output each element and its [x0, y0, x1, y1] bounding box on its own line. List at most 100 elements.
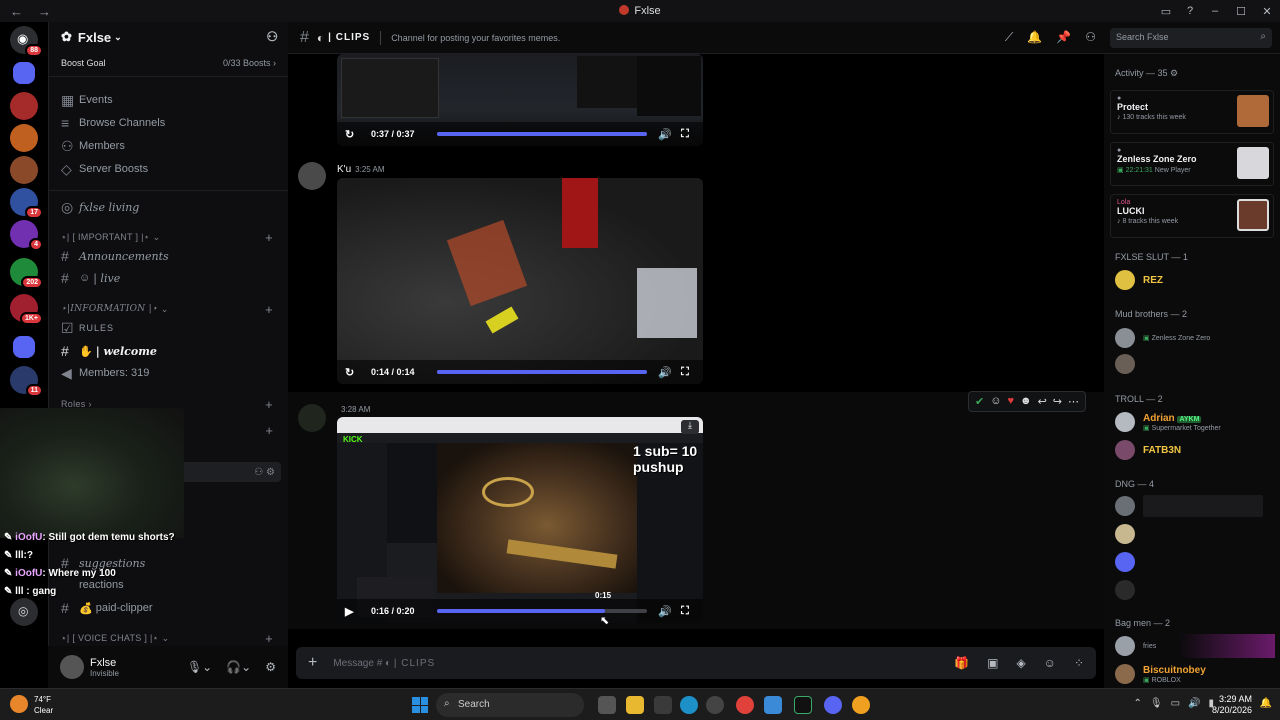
- category-information[interactable]: ⋆|INFORMATION |⋆ ⌄ +: [57, 299, 281, 319]
- obs-icon[interactable]: [794, 696, 812, 714]
- pin-icon[interactable]: 📌: [1056, 30, 1071, 45]
- chrome-icon[interactable]: [736, 696, 754, 714]
- invite-people-icon[interactable]: ⚇: [266, 29, 278, 45]
- back-arrow-icon[interactable]: ←: [10, 4, 28, 19]
- add-channel-icon[interactable]: +: [265, 230, 273, 245]
- video-progress-bar[interactable]: [437, 370, 647, 374]
- store-icon[interactable]: [654, 696, 672, 714]
- member-item[interactable]: [1115, 550, 1275, 574]
- replay-icon[interactable]: ↻: [345, 366, 359, 379]
- fullscreen-icon[interactable]: ⛶: [675, 366, 695, 379]
- photos-icon[interactable]: [764, 696, 782, 714]
- channel-announcements[interactable]: # Announcements: [57, 246, 281, 266]
- github-icon[interactable]: [706, 696, 724, 714]
- server-icon[interactable]: 17: [10, 188, 43, 219]
- fullscreen-icon[interactable]: ⛶: [675, 128, 695, 141]
- gear-icon[interactable]: ⚙: [265, 660, 276, 674]
- settings-icon[interactable]: ⚇ ⚙: [254, 467, 275, 478]
- clock[interactable]: 3:29 AM 8/20/2026: [1212, 694, 1252, 716]
- boost-goal-bar[interactable]: Boost Goal 0/33 Boosts ›: [57, 54, 280, 72]
- apps-icon[interactable]: ⁘: [1074, 656, 1084, 670]
- bell-icon[interactable]: 🔔: [1027, 30, 1042, 45]
- download-icon[interactable]: ⤓: [681, 420, 699, 434]
- discord-icon[interactable]: [824, 696, 842, 714]
- server-icon[interactable]: [10, 156, 38, 184]
- help-icon[interactable]: ?: [1178, 5, 1202, 17]
- message-input[interactable]: + Message # ◐ | CLIPS 🎁 ▣ ◈ ☺ ⁘: [296, 647, 1096, 679]
- volume-icon[interactable]: 🔊: [655, 128, 675, 141]
- emoji-icon[interactable]: ☺: [1044, 656, 1056, 670]
- replay-icon[interactable]: ↻: [345, 128, 359, 141]
- video-progress-bar[interactable]: [437, 132, 647, 136]
- sticker-icon[interactable]: ◈: [1016, 656, 1025, 670]
- avatar[interactable]: [298, 404, 326, 432]
- server-folder[interactable]: [13, 336, 35, 358]
- category-voice-chats[interactable]: ⋆| [ VOICE CHATS ] |⋆ ⌄ +: [57, 628, 281, 648]
- server-icon[interactable]: [10, 92, 38, 120]
- weather-icon[interactable]: [10, 695, 28, 713]
- member-item[interactable]: [1115, 494, 1275, 518]
- attach-icon[interactable]: +: [308, 654, 317, 672]
- forward-arrow-icon[interactable]: →: [38, 4, 56, 19]
- reply-icon[interactable]: ↩: [1038, 395, 1047, 408]
- member-item[interactable]: REZ: [1115, 268, 1275, 292]
- member-item[interactable]: ▣ Zenless Zone Zero: [1115, 326, 1275, 350]
- channel-rules[interactable]: ☑ RULES: [57, 318, 281, 338]
- task-view-icon[interactable]: [598, 696, 616, 714]
- channel-welcome[interactable]: # ✋ | welcome: [57, 341, 281, 361]
- video-progress-bar[interactable]: [437, 609, 647, 613]
- close-button[interactable]: ✕: [1254, 5, 1280, 18]
- member-item[interactable]: [1115, 522, 1275, 546]
- server-icon[interactable]: 4: [10, 220, 43, 251]
- emoji-reaction-icon[interactable]: ☺: [990, 395, 1001, 408]
- member-list-icon[interactable]: ⚇: [1085, 30, 1096, 45]
- channel-live[interactable]: # ☺ | live: [57, 268, 281, 288]
- add-reaction-icon[interactable]: ☻: [1020, 395, 1032, 408]
- sidebar-item-browse-channels[interactable]: ≡ Browse Channels: [57, 113, 281, 133]
- volume-icon[interactable]: 🔊: [655, 605, 675, 618]
- taskbar-search[interactable]: ⌕ Search: [436, 693, 584, 717]
- video-attachment[interactable]: ↻ 0:14 / 0:14 🔊 ⛶: [337, 178, 703, 384]
- activity-card[interactable]: ● Protect ♪ 130 tracks this week: [1110, 90, 1274, 134]
- windows-start-icon[interactable]: [412, 697, 428, 713]
- maximize-button[interactable]: ☐: [1228, 5, 1254, 18]
- microphone-icon[interactable]: 🎙⌄: [187, 660, 212, 674]
- server-icon[interactable]: 1K+: [10, 294, 43, 325]
- category-important[interactable]: ⋆| [ IMPORTANT ] |⋆ ⌄ +: [57, 227, 281, 247]
- sidebar-item-server-boosts[interactable]: ◇ Server Boosts: [57, 159, 281, 179]
- forward-icon[interactable]: ↪: [1053, 395, 1062, 408]
- minimize-button[interactable]: –: [1202, 5, 1228, 17]
- server-icon[interactable]: 11: [10, 366, 43, 397]
- member-item[interactable]: fries: [1115, 634, 1275, 658]
- add-channel-icon[interactable]: +: [265, 302, 273, 317]
- video-attachment[interactable]: KICK 1 sub= 10 pushup ⤓ 0:15 ▶ 0:16 / 0:…: [337, 417, 703, 623]
- sidebar-item-events[interactable]: ▦ Events: [57, 90, 281, 110]
- server-name-header[interactable]: ✿ Fxlse ⌄ ⚇: [49, 22, 288, 52]
- channel-fxlse-living[interactable]: ◎ fxlse living: [57, 197, 281, 217]
- notification-bell-icon[interactable]: 🔔: [1260, 698, 1272, 709]
- member-item[interactable]: FATB3N: [1115, 438, 1275, 462]
- sidebar-item-members[interactable]: ⚇ Members: [57, 136, 281, 156]
- app-icon[interactable]: [852, 696, 870, 714]
- heart-reaction-icon[interactable]: ♥: [1007, 395, 1014, 408]
- gift-icon[interactable]: 🎁: [954, 656, 969, 670]
- channel-topic[interactable]: Channel for posting your favorites memes…: [391, 33, 560, 43]
- activity-card[interactable]: ● Zenless Zone Zero ▣ 22:21:31 New Playe…: [1110, 142, 1274, 186]
- home-dm-button[interactable]: ◉ 88: [10, 26, 43, 57]
- weather-widget[interactable]: 74°F Clear: [34, 694, 53, 716]
- volume-icon[interactable]: 🔊: [1188, 698, 1200, 709]
- server-icon[interactable]: [10, 124, 38, 152]
- edge-icon[interactable]: [680, 696, 698, 714]
- chevron-up-icon[interactable]: ⌃: [1133, 698, 1141, 709]
- headphones-icon[interactable]: 🎧⌄: [226, 660, 251, 674]
- member-item[interactable]: [1115, 578, 1275, 602]
- file-explorer-icon[interactable]: [626, 696, 644, 714]
- threads-icon[interactable]: ⟋: [1005, 30, 1013, 45]
- server-folder[interactable]: [13, 62, 35, 84]
- member-item[interactable]: Biscuitnobey ▣ ROBLOX: [1115, 662, 1275, 686]
- inbox-icon[interactable]: ▭: [1154, 5, 1178, 18]
- search-input[interactable]: Search Fxlse ⌕: [1110, 28, 1272, 48]
- channel-members-count[interactable]: ◀ Members: 319: [57, 363, 281, 383]
- network-icon[interactable]: ▭: [1171, 698, 1180, 709]
- server-icon[interactable]: 202: [10, 258, 43, 289]
